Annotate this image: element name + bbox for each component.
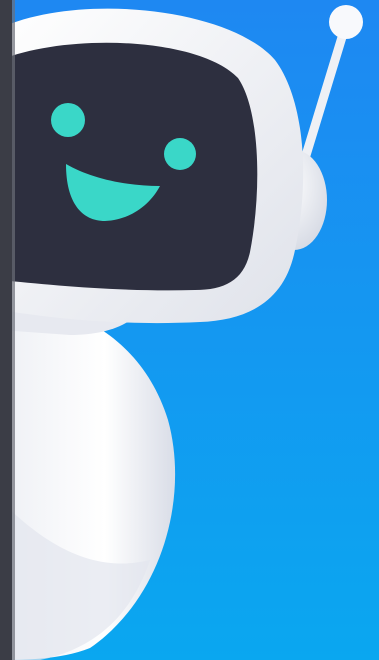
left-bezel [0,0,12,660]
face-screen [0,42,258,291]
robot-illustration [0,0,379,660]
robot-svg [0,0,379,660]
antenna-tip [329,5,363,39]
left-eye [51,103,85,137]
right-eye [164,138,196,170]
